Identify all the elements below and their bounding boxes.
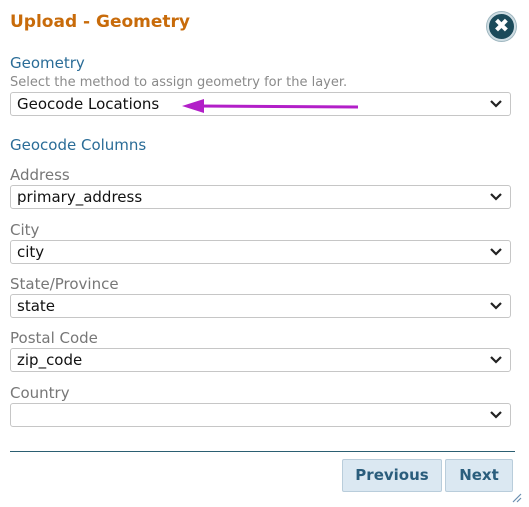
state-province-label: State/Province bbox=[10, 275, 119, 293]
close-icon: ✖ bbox=[493, 15, 510, 37]
chevron-down-icon bbox=[490, 356, 502, 364]
postal-code-value: zip_code bbox=[17, 351, 83, 369]
address-value: primary_address bbox=[17, 188, 143, 206]
resize-grip-icon[interactable] bbox=[511, 492, 522, 503]
chevron-down-icon bbox=[490, 411, 502, 419]
geocode-columns-label: Geocode Columns bbox=[10, 136, 147, 154]
country-label: Country bbox=[10, 384, 70, 402]
city-label: City bbox=[10, 221, 40, 239]
geometry-label: Geometry bbox=[10, 54, 85, 72]
previous-button[interactable]: Previous bbox=[342, 459, 442, 492]
postal-code-select[interactable]: zip_code bbox=[10, 348, 511, 372]
arrow-left-icon bbox=[182, 99, 359, 113]
chevron-down-icon bbox=[490, 248, 502, 256]
next-button[interactable]: Next bbox=[445, 459, 513, 492]
city-value: city bbox=[17, 243, 45, 261]
close-button[interactable]: ✖ bbox=[487, 12, 516, 41]
state-province-select[interactable]: state bbox=[10, 294, 511, 318]
state-province-value: state bbox=[17, 297, 55, 315]
city-select[interactable]: city bbox=[10, 240, 511, 264]
geometry-method-value: Geocode Locations bbox=[17, 95, 160, 113]
postal-code-label: Postal Code bbox=[10, 329, 98, 347]
chevron-down-icon bbox=[490, 193, 502, 201]
address-label: Address bbox=[10, 166, 70, 184]
chevron-down-icon bbox=[490, 302, 502, 310]
dialog-title: Upload - Geometry bbox=[10, 12, 191, 32]
address-select[interactable]: primary_address bbox=[10, 185, 511, 209]
country-select[interactable] bbox=[10, 403, 511, 427]
geometry-help-text: Select the method to assign geometry for… bbox=[10, 75, 348, 90]
footer-divider bbox=[10, 451, 515, 452]
chevron-down-icon bbox=[490, 100, 502, 108]
